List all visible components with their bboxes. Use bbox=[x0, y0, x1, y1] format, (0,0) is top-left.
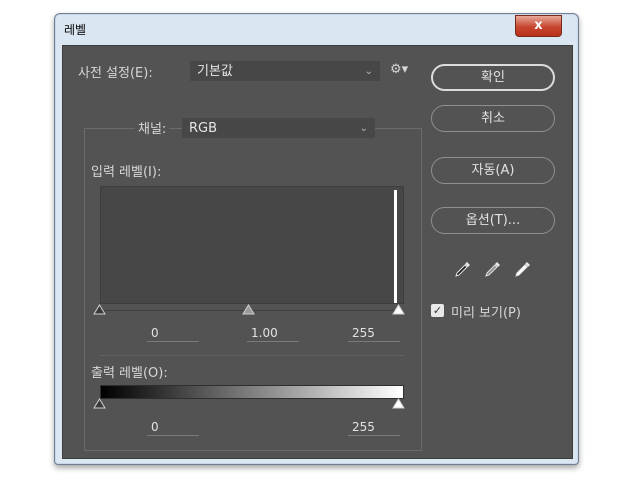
chevron-down-icon: ⌄ bbox=[364, 66, 373, 77]
ok-button[interactable]: 확인 bbox=[431, 64, 555, 91]
output-levels-label: 출력 레벨(O): bbox=[91, 366, 168, 381]
preview-label: 미리 보기(P) bbox=[451, 306, 521, 321]
channel-dropdown[interactable]: RGB ⌄ bbox=[182, 118, 375, 138]
input-white-field[interactable]: 255 bbox=[348, 325, 400, 342]
output-white-slider[interactable] bbox=[392, 398, 405, 409]
input-gamma-slider[interactable] bbox=[242, 304, 255, 315]
output-black-slider[interactable] bbox=[93, 398, 106, 409]
window-title: 레벨 bbox=[64, 23, 87, 37]
preset-label: 사전 설정(E): bbox=[78, 66, 153, 81]
input-gamma-field[interactable]: 1.00 bbox=[247, 325, 299, 342]
preset-dropdown[interactable]: 기본값 ⌄ bbox=[190, 61, 380, 81]
preview-checkbox[interactable]: ✓ bbox=[431, 304, 444, 317]
gray-eyedropper-icon[interactable] bbox=[483, 259, 503, 279]
output-black-field[interactable]: 0 bbox=[147, 419, 199, 436]
black-eyedropper-icon[interactable] bbox=[453, 259, 473, 279]
close-button[interactable]: x bbox=[515, 15, 562, 37]
output-gradient bbox=[100, 385, 404, 399]
histogram-bar bbox=[394, 190, 397, 303]
input-levels-label: 입력 레벨(I): bbox=[91, 165, 162, 180]
input-white-slider[interactable] bbox=[392, 304, 405, 315]
dialog-body: 사전 설정(E): 기본값 ⌄ ⚙▾ 채널: RGB ⌄ 입력 레벨(I): 0… bbox=[62, 45, 573, 459]
histogram bbox=[100, 186, 404, 304]
levels-dialog: 레벨 x 사전 설정(E): 기본값 ⌄ ⚙▾ 채널: RGB ⌄ 입력 레벨(… bbox=[54, 13, 579, 465]
input-black-slider[interactable] bbox=[93, 304, 106, 315]
channel-value: RGB bbox=[189, 121, 218, 136]
output-white-field[interactable]: 255 bbox=[348, 419, 400, 436]
options-button[interactable]: 옵션(T)... bbox=[431, 207, 555, 234]
white-eyedropper-icon[interactable] bbox=[513, 259, 533, 279]
chevron-down-icon: ⌄ bbox=[359, 123, 368, 134]
auto-button[interactable]: 자동(A) bbox=[431, 157, 555, 184]
gear-icon[interactable]: ⚙▾ bbox=[390, 62, 408, 77]
title-bar[interactable]: 레벨 x bbox=[55, 14, 578, 44]
cancel-button[interactable]: 취소 bbox=[431, 105, 555, 132]
preset-value: 기본값 bbox=[197, 64, 233, 79]
channel-label: 채널: bbox=[135, 118, 170, 137]
separator bbox=[100, 355, 404, 356]
input-black-field[interactable]: 0 bbox=[147, 325, 199, 342]
